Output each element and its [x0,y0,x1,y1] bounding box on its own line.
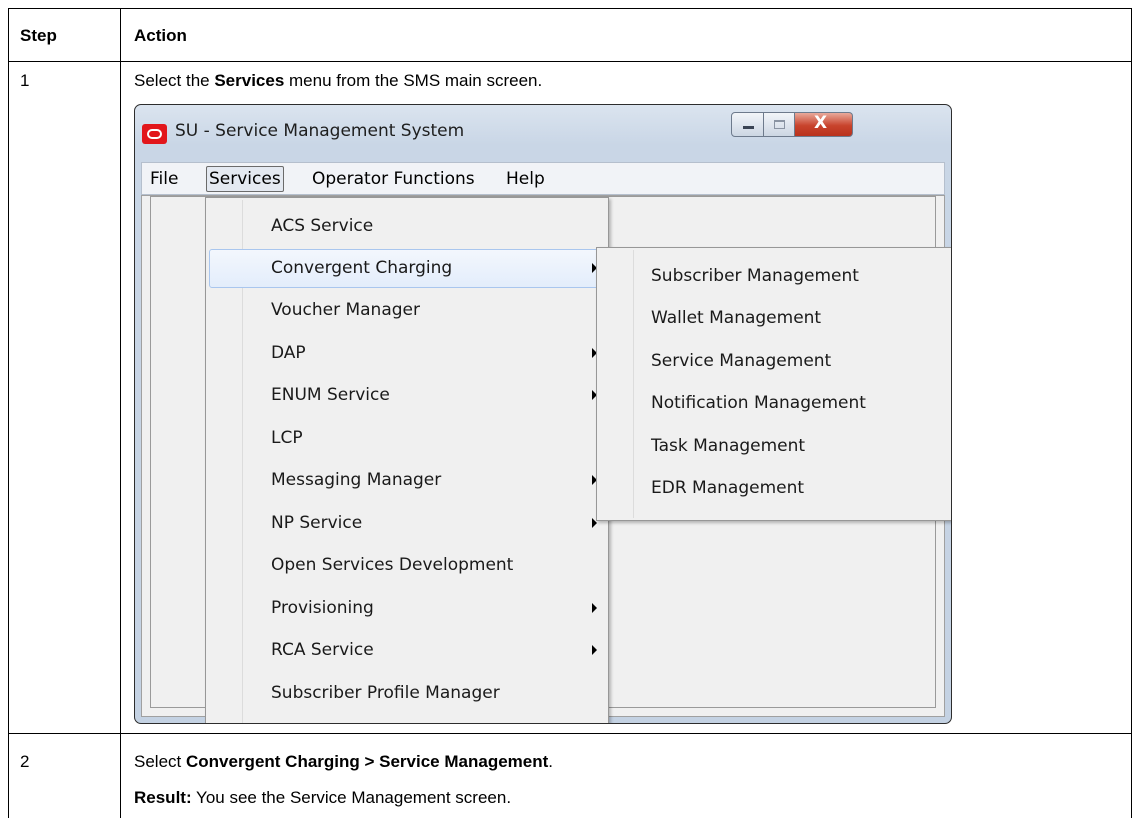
menu-bar: File Services Operator Functions Help [141,162,945,195]
menu-file[interactable]: File [150,169,178,189]
row2-step: 2 [20,752,30,771]
menu-item-label: Messaging Manager [271,470,442,490]
maximize-icon [774,120,785,129]
window-title: SU - Service Management System [175,121,465,141]
menu-item-acs-service[interactable]: ACS Service [209,207,605,246]
menu-item-rca-service[interactable]: RCA Service [209,631,605,670]
submenu-arrow-icon [592,645,597,655]
title-bar: SU - Service Management System X [135,105,951,153]
menu-item-convergent-charging[interactable]: Convergent Charging [209,249,605,288]
menu-item-label: DAP [271,343,306,363]
minimize-button[interactable] [731,112,764,137]
submenu-item-task-management[interactable]: Task Management [600,427,951,466]
menu-item-label: NP Service [271,513,363,533]
submenu-item-wallet-management[interactable]: Wallet Management [600,299,951,338]
menu-item-label: LCP [271,428,303,448]
menu-services[interactable]: Services [206,166,284,192]
menu-item-label: ACS Service [271,216,374,236]
menu-item-label: RCA Service [271,640,374,660]
menu-item-lcp[interactable]: LCP [209,419,605,458]
row1-text-bold: Services [214,71,285,90]
table-border-left [8,8,9,818]
menu-item-provisioning[interactable]: Provisioning [209,589,605,628]
row2-instruction: Select Convergent Charging > Service Man… [134,752,553,772]
submenu-arrow-icon [592,603,597,613]
menu-item-label: Voucher Manager [271,300,420,320]
menu-item-label: Provisioning [271,598,374,618]
row1-text-before: Select the [134,71,215,90]
menu-item-enum-service[interactable]: ENUM Service [209,376,605,415]
menu-item-label: Open Services Development [271,555,514,575]
submenu-item-service-management[interactable]: Service Management [600,342,951,381]
menu-item-label: Convergent Charging [271,258,453,278]
row2-text-after: . [548,752,554,771]
header-action: Action [134,26,187,45]
submenu-item-label: EDR Management [651,478,805,498]
menu-item-subscriber-profile-manager[interactable]: Subscriber Profile Manager [209,674,605,713]
table-column-divider [120,8,121,818]
sms-window-screenshot: SU - Service Management System X File Se… [134,104,952,724]
close-button[interactable]: X [795,112,853,137]
menu-item-label: ENUM Service [271,385,390,405]
menu-operator-functions[interactable]: Operator Functions [312,169,475,189]
table-header-divider [8,61,1132,62]
maximize-button[interactable] [764,112,795,137]
row1-text-after: menu from the SMS main screen. [284,71,543,90]
menu-item-messaging-manager[interactable]: Messaging Manager [209,461,605,500]
row2-result: Result: You see the Service Management s… [134,788,511,808]
submenu-item-label: Notification Management [651,393,866,413]
row2-text-before: Select [134,752,186,771]
menu-item-voucher-manager[interactable]: Voucher Manager [209,291,605,330]
row1-step: 1 [20,71,30,90]
close-icon: X [814,113,828,133]
menu-help[interactable]: Help [506,169,545,189]
minimize-icon [743,126,754,129]
oracle-logo-icon [142,124,167,144]
submenu-item-label: Task Management [651,436,806,456]
row2-text-bold: Convergent Charging > Service Management [185,752,549,771]
services-menu: ACS Service Convergent Charging Voucher … [205,197,609,723]
table-border-top [8,8,1132,9]
convergent-charging-submenu: Subscriber Management Wallet Management … [596,247,951,521]
result-label: Result: [134,788,192,807]
submenu-item-label: Subscriber Management [651,266,859,286]
submenu-item-subscriber-management[interactable]: Subscriber Management [600,257,951,296]
submenu-item-edr-management[interactable]: EDR Management [600,469,951,508]
menu-item-open-services-development[interactable]: Open Services Development [209,546,605,585]
submenu-item-notification-management[interactable]: Notification Management [600,384,951,423]
menu-item-label: Subscriber Profile Manager [271,683,500,703]
menu-item-dap[interactable]: DAP [209,334,605,373]
result-text: You see the Service Management screen. [191,788,512,807]
row1-instruction: Select the Services menu from the SMS ma… [134,71,542,91]
submenu-item-label: Wallet Management [651,308,822,328]
header-step: Step [20,26,57,45]
table-row-divider [8,733,1132,734]
submenu-item-label: Service Management [651,351,832,371]
menu-item-np-service[interactable]: NP Service [209,504,605,543]
